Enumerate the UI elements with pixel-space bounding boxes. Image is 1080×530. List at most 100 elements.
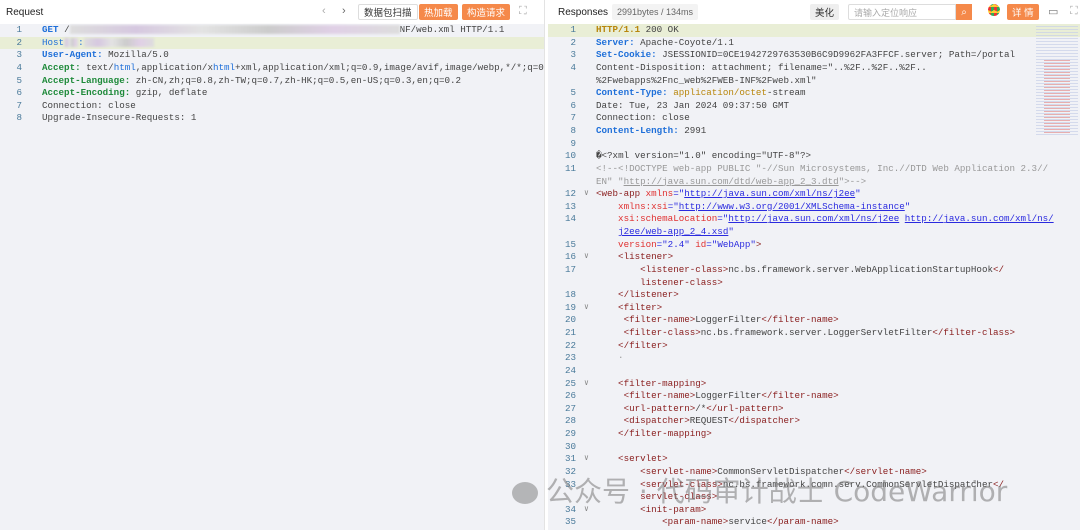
line-text: j2ee/web-app_2_4.xsd" (596, 226, 734, 239)
line-number: 13 (564, 200, 576, 212)
line-number: 5 (16, 74, 22, 86)
line-text: <filter-mapping> (596, 378, 706, 391)
code-line: 5 Content-Type: application/octet-stream (548, 87, 1080, 100)
line-number: 22 (564, 339, 576, 351)
code-line: 4 Accept: text/html,application/xhtml+xml… (0, 62, 554, 75)
code-line: 10 �<?xml version="1.0" encoding="UTF-8"?… (548, 150, 1080, 163)
line-text: <web-app xmlns="http://java.sun.com/xml/… (596, 188, 861, 201)
chevron-left-icon[interactable]: ‹ (322, 5, 326, 17)
code-line: 6 Date: Tue, 23 Jan 2024 09:37:50 GMT (548, 100, 1080, 113)
code-token: http://java.sun.com/xml/ns/j2ee (684, 188, 856, 200)
code-token: =" (667, 200, 679, 212)
line-text: </filter-mapping> (596, 428, 712, 441)
code-token: xsi:schemaLocation (596, 213, 718, 225)
line-number: 27 (564, 402, 576, 414)
code-token: NF/web.xml HTTP/1.1 (399, 24, 505, 35)
line-text: EN" "http://java.sun.com/dtd/web-app_2_3… (596, 176, 866, 189)
code-token: http://www.w3.org/2001/XMLSchema-instanc… (678, 200, 905, 212)
code-token: Connection: close (42, 99, 136, 111)
code-line: 16 ∨ <listener> (548, 251, 1080, 264)
request-pane: Request ‹ › 数据包扫描 热加载 构造请求 ⛶ 1 GET / NF/we… (0, 0, 555, 530)
packet-scan-button[interactable]: 数据包扫描 (358, 4, 418, 20)
line-text: xmlns:xsi="http://www.w3.org/2001/XMLSch… (596, 201, 910, 214)
code-token: listener-class> (596, 276, 723, 288)
line-number: 23 (564, 352, 576, 364)
search-icon[interactable]: ⌕ (956, 4, 972, 20)
line-text: Date: Tue, 23 Jan 2024 09:37:50 GMT (596, 100, 789, 113)
line-number: 5 (570, 87, 576, 99)
response-title: Responses (558, 6, 609, 18)
line-number: 19 (564, 301, 576, 313)
code-line: 7 Connection: close (548, 112, 1080, 125)
line-number: 9 (570, 137, 576, 149)
code-token: Upgrade-Insecure-Requests: 1 (42, 112, 197, 124)
line-number: 3 (16, 49, 22, 61)
locate-search-input[interactable]: 请输入定位响应 (848, 4, 956, 20)
details-button[interactable]: 详 情 (1007, 4, 1039, 20)
line-number: 12 (564, 188, 576, 200)
code-token: ="2.4" (656, 238, 696, 250)
line-number: 28 (564, 415, 576, 427)
redacted-text (83, 37, 154, 47)
line-text: Upgrade-Insecure-Requests: 1 (42, 112, 196, 125)
code-token: nc.bs.framework.server.WebApplicationSta… (728, 263, 993, 275)
line-text: <servlet> (596, 453, 668, 466)
line-text: Content-Length: 2991 (596, 125, 706, 138)
line-text: %2Fwebapps%2Fnc_web%2FWEB-INF%2Fweb.xml" (596, 75, 817, 88)
line-text: Accept: text/html,application/xhtml+xml,… (42, 62, 555, 75)
code-token: Apache-Coyote/1.1 (634, 36, 734, 48)
code-line: 6 Accept-Encoding: gzip, deflate (0, 87, 544, 100)
line-number: 8 (16, 112, 22, 124)
construct-request-button[interactable]: 构造请求 (462, 4, 511, 20)
code-token: xmlns:xsi (596, 200, 668, 212)
code-line: EN" "http://java.sun.com/dtd/web-app_2_3… (548, 176, 1080, 189)
line-text: <filter-name>LoggerFilter</filter-name> (596, 314, 839, 327)
beautify-button[interactable]: 美化 (810, 4, 840, 20)
code-line: 15 version="2.4" id="WebApp"> (548, 239, 1080, 252)
redacted-text (69, 25, 400, 35)
code-line: 12 ∨ <web-app xmlns="http://java.sun.com/x… (548, 188, 1080, 201)
fullscreen-icon[interactable]: ⛶ (519, 5, 527, 18)
line-text: <listener-class>nc.bs.framework.server.W… (596, 264, 1004, 277)
code-token: · (596, 352, 624, 364)
response-meta: 2991bytes / 134ms (612, 4, 699, 20)
chrome-icon[interactable] (988, 4, 1000, 16)
comment-icon[interactable]: ▭ (1048, 5, 1058, 18)
code-token: LoggerFilter (695, 314, 762, 326)
line-text: <param-name>service</param-name> (596, 516, 838, 529)
code-token: zh-CN,zh;q=0.8,zh-TW;q=0.7,zh-HK;q=0.5,e… (130, 74, 462, 86)
fullscreen-icon[interactable]: ⛶ (1070, 5, 1078, 18)
line-number: 26 (564, 390, 576, 402)
code-line: 1 GET / NF/web.xml HTTP/1.1 (0, 24, 544, 37)
code-token: <web-app (596, 188, 646, 200)
chevron-right-icon[interactable]: › (342, 5, 346, 17)
line-number: 3 (570, 49, 576, 61)
line-number: 29 (564, 428, 576, 439)
code-token: html (212, 61, 236, 73)
code-token: " (904, 200, 911, 212)
code-token: <filter-name> (596, 390, 696, 402)
fold-chevron-icon[interactable]: ∨ (584, 453, 589, 466)
line-text: User-Agent: Mozilla/5.0 (42, 49, 169, 62)
code-line: 25 ∨ <filter-mapping> (548, 378, 1080, 391)
code-line: 26 <filter-name>LoggerFilter</filter-nam… (548, 390, 1080, 403)
fold-chevron-icon[interactable]: ∨ (584, 251, 589, 264)
request-editor[interactable]: 1 GET / NF/web.xml HTTP/1.1 2 Host: 3 User-Age… (0, 24, 555, 530)
line-text: Server: Apache-Coyote/1.1 (596, 37, 734, 50)
line-number: 18 (564, 289, 576, 301)
fold-chevron-icon[interactable]: ∨ (584, 378, 589, 391)
code-token: http://java.sun.com/xml/ns/j2ee (728, 213, 900, 225)
code-token: http://java.sun.com/xml/ns/ (904, 213, 1054, 225)
response-header: Responses 2991bytes / 134ms 美化 请输入定位响应 ⌕… (548, 0, 1080, 24)
code-token: Mozilla/5.0 (102, 49, 169, 61)
watermark-text: 公众号 · 代码审计战士 CodeWarrior (546, 475, 1008, 508)
fold-chevron-icon[interactable]: ∨ (584, 302, 589, 315)
response-editor[interactable]: 1 HTTP/1.1 200 OK 2 Server: Apache-Coyote/1… (548, 24, 1080, 530)
fold-chevron-icon[interactable]: ∨ (584, 188, 589, 201)
line-number: 20 (564, 314, 576, 326)
line-number: 31 (564, 453, 576, 465)
code-token: ,application/x (135, 61, 213, 73)
code-line: 13 xmlns:xsi="http://www.w3.org/2001/XML… (548, 201, 1080, 214)
hot-reload-button[interactable]: 热加载 (419, 4, 458, 20)
code-token: ">--> (838, 175, 867, 187)
